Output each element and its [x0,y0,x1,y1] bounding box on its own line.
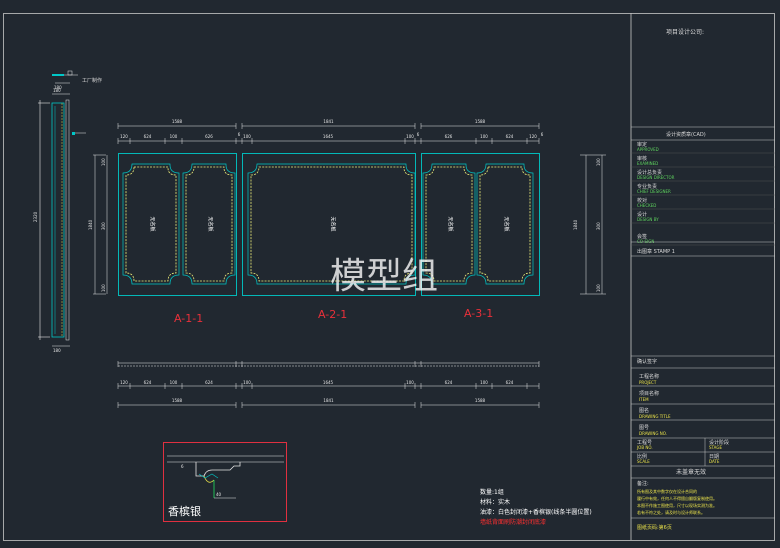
top-dimension-chain: 1588 1841 1588 120 624 100 626 100 1645 100 626 100… [117,119,544,144]
note-material: 材料：实木 [480,498,510,506]
unstamped-invalid: 未盖章无效 [676,468,706,476]
svg-text:300: 300 [596,222,601,230]
tb-note-line: 履行中有效，任何人不得擅自翻版复制使用。 [637,495,717,501]
drawing-title-en: DRAWING TITLE [639,414,671,419]
top-seg-dim: 100 [170,134,178,139]
drawing-no-en: DRAWING NO. [639,431,667,436]
bottom-seg-dim: 624 [445,380,453,385]
role-rows: 审定APPROVED审核EXAMINED设计总负责DESIGN DIRECTOR… [631,141,775,246]
top-total-dim: 1588 [475,119,486,124]
title-block: 项目设计公司: 设计资质章(CAD) 审定APPROVED审核EXAMINED设… [631,28,775,531]
board-label: 无名板 [503,216,510,231]
bottom-seg-dim: 100 [406,380,414,385]
profile-dim-6: 6 [181,464,184,469]
top-total-dim: 1588 [172,119,183,124]
role-label-en: CHECKED [637,203,656,208]
bottom-seg-dim: 624 [506,380,514,385]
stamp-label: 出图章 STAMP 1 [637,248,675,255]
bottom-seg-dim: 624 [144,380,152,385]
elevation-label-a-2-1: A-2-1 [318,308,347,321]
svg-text:100: 100 [101,284,106,292]
top-seg-dim: 624 [506,134,514,139]
elevation-panels: 无名板 无名板 无名板 无名板 无名板 [118,153,540,296]
item-name-en: ITEM [639,397,649,402]
role-label-en: DESIGN DIRECTOR [637,175,675,180]
item-name-label: 项目名称 [639,390,659,397]
factory-callout: 工厂制作 [82,77,102,84]
project-name-label: 工程名称 [639,373,659,380]
role-label-en: DESIGN BY [637,217,659,222]
date-en: DATE [709,459,720,464]
right-height-dim: 1840 [573,219,578,230]
bottom-seg-dim: 100 [243,380,251,385]
notes-title: 备注: [637,480,649,487]
top-seg-dim: 100 [243,134,251,139]
bottom-total-dim: 1841 [323,398,334,403]
board-label: 无名板 [330,216,337,231]
bottom-seg-dim: 100 [480,380,488,385]
stage-en: STAGE [709,445,722,450]
watermark: 模型组 [330,256,438,297]
board-label: 无名板 [207,216,214,231]
top-end-dim: 6 [417,132,420,137]
profile-title: 香槟银 [168,504,201,518]
top-total-dim: 1841 [323,119,334,124]
note-finish: 油漆：白色封闭漆+香槟银(线条半圆位置) [480,508,592,516]
page-number: 图纸页码:第6页 [637,524,672,531]
bottom-seg-dim: 624 [205,380,213,385]
bottom-seg-dim: 120 [120,380,128,385]
role-label-en: APPROVED [637,147,659,152]
stamp-header: 设计资质章(CAD) [666,131,706,138]
top-seg-dim: 1645 [323,134,334,139]
role-label-en: EXAMINED [637,161,658,166]
elevation-label-a-1-1: A-1-1 [174,312,203,325]
top-seg-dim: 100 [480,134,488,139]
board-label: 无名板 [149,216,156,231]
top-seg-dim: 120 [120,134,128,139]
profile-detail: 6 40 香槟银 [163,442,287,522]
note-warning: 墙纸背面刷防潮封闭底漆 [480,518,546,526]
job-no-en: JOB NO. [636,445,653,450]
tb-note-line: 本图不作施工图使用，尺寸以现场实测为准。 [637,502,717,508]
side-height-dim: 2320 [33,211,38,222]
role-label-en: CO-SIGN [637,239,654,244]
profile-dim-40: 40 [216,492,222,497]
scale-en: SCALE [637,459,650,464]
top-seg-dim: 100 [406,134,414,139]
top-seg-dim: 120 [529,134,537,139]
top-seg-dim: 624 [144,134,152,139]
top-end-dim: 6 [541,132,544,137]
tb-note-line: 若有不符之处，请及时与设计师联系。 [637,509,705,515]
bottom-total-dim: 1588 [475,398,486,403]
callout-dim: 180 [54,85,62,90]
project-name-en: PROJECT [639,380,657,385]
top-seg-dim: 626 [205,134,213,139]
top-seg-dim: 626 [445,134,453,139]
svg-text:100: 100 [596,284,601,292]
bottom-seg-dim: 100 [170,380,178,385]
note-quantity: 数量:1组 [480,488,504,496]
svg-text:100: 100 [596,158,601,166]
elevation-label-a-3-1: A-3-1 [464,307,493,320]
bottom-total-dim: 1588 [172,398,183,403]
tb-note-line: 所有图及其中数字仅在设计合同的 [637,488,697,494]
drawing-title-label: 图名 [639,407,649,414]
left-height-dim: 1840 [88,219,93,230]
side-bottom-dim: 180 [53,348,61,353]
cad-drawing-canvas: 2320 180 180 180 工厂制作 无名板 无名板 无名板 无名板 无名板 15… [3,13,775,541]
role-label-en: CHIEF DESIGNER [637,189,671,194]
bottom-seg-dim: 1645 [323,380,334,385]
svg-text:300: 300 [101,222,106,230]
bottom-dimension-chain: 120 624 100 624 100 1645 100 624 100 624 1588 1841 1… [117,361,540,408]
panel-frame-1 [118,153,237,296]
side-section-view: 2320 180 180 180 工厂制作 [33,70,102,353]
top-end-dim: 6 [238,132,241,137]
board-label: 无名板 [447,216,454,231]
company-label: 项目设计公司: [666,28,704,36]
confirm-label: 确认签字 [637,358,657,365]
svg-text:100: 100 [101,158,106,166]
notes-block: 数量:1组 材料：实木 油漆：白色封闭漆+香槟银(线条半圆位置) 墙纸背面刷防潮… [480,488,592,526]
